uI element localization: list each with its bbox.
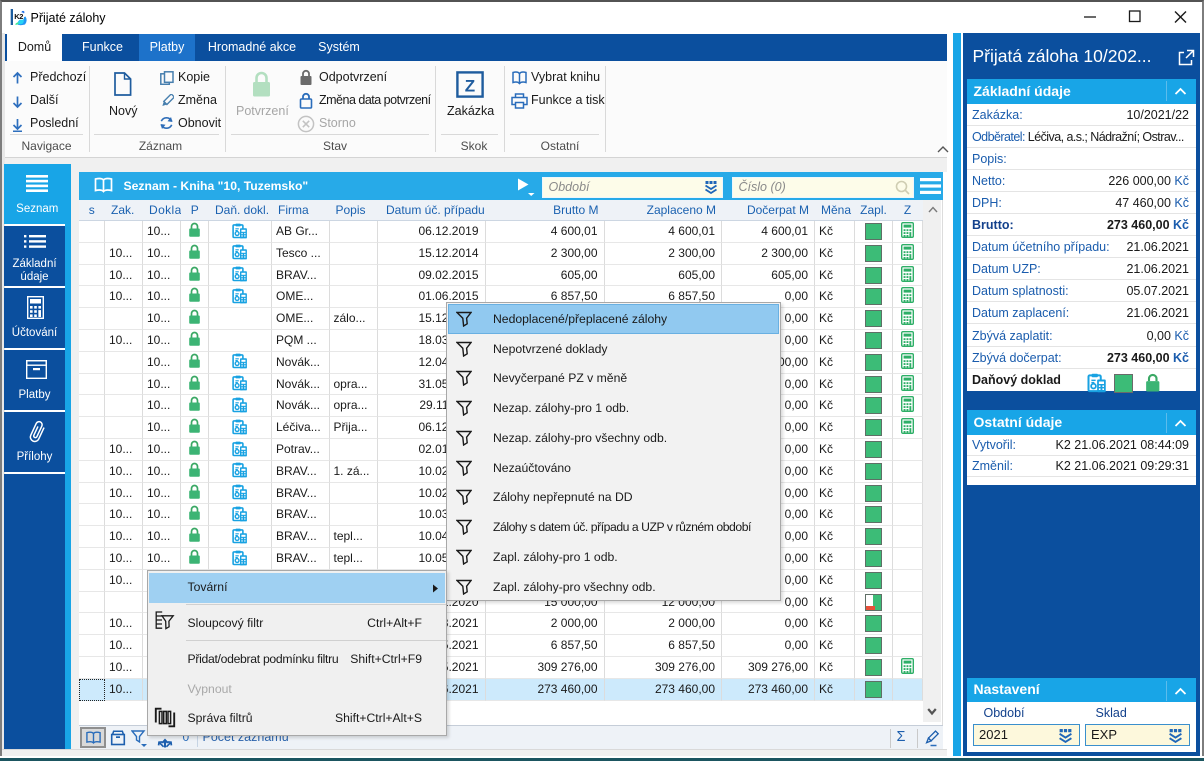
svg-text:K2: K2 <box>14 12 23 21</box>
svg-text:Z: Z <box>465 77 475 96</box>
